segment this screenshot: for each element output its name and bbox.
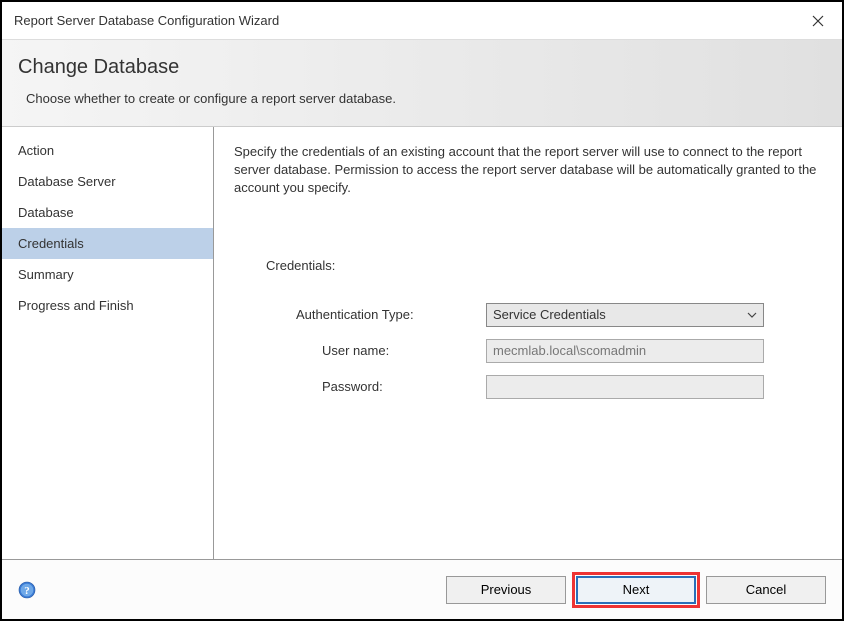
credentials-section: Credentials: Authentication Type: Servic… [234, 258, 818, 399]
header-banner: Change Database Choose whether to create… [2, 40, 842, 127]
username-row: User name: [266, 339, 818, 363]
auth-type-label: Authentication Type: [266, 307, 486, 322]
next-button[interactable]: Next [576, 576, 696, 604]
chevron-down-icon [747, 312, 757, 318]
close-button[interactable] [806, 9, 830, 33]
auth-type-value: Service Credentials [493, 307, 747, 322]
body: Action Database Server Database Credenti… [2, 127, 842, 559]
main-panel: Specify the credentials of an existing a… [214, 127, 842, 559]
page-subtitle: Choose whether to create or configure a … [26, 91, 826, 106]
password-row: Password: [266, 375, 818, 399]
sidebar-item-label: Action [18, 143, 54, 158]
sidebar-item-label: Database Server [18, 174, 116, 189]
username-input[interactable] [486, 339, 764, 363]
titlebar: Report Server Database Configuration Wiz… [2, 2, 842, 40]
main-description: Specify the credentials of an existing a… [234, 143, 818, 198]
cancel-button[interactable]: Cancel [706, 576, 826, 604]
password-label: Password: [266, 379, 486, 394]
auth-type-select[interactable]: Service Credentials [486, 303, 764, 327]
window-title: Report Server Database Configuration Wiz… [14, 13, 279, 28]
sidebar: Action Database Server Database Credenti… [2, 127, 214, 559]
sidebar-item-label: Credentials [18, 236, 84, 251]
svg-text:?: ? [24, 585, 30, 597]
previous-button[interactable]: Previous [446, 576, 566, 604]
sidebar-item-label: Progress and Finish [18, 298, 134, 313]
help-button[interactable]: ? [18, 581, 36, 599]
username-label: User name: [266, 343, 486, 358]
sidebar-item-credentials[interactable]: Credentials [2, 228, 213, 259]
wizard-window: Report Server Database Configuration Wiz… [0, 0, 844, 621]
sidebar-item-label: Database [18, 205, 74, 220]
sidebar-item-action[interactable]: Action [2, 135, 213, 166]
credentials-label: Credentials: [266, 258, 818, 273]
footer: ? Previous Next Cancel [2, 559, 842, 619]
password-input[interactable] [486, 375, 764, 399]
sidebar-item-database[interactable]: Database [2, 197, 213, 228]
sidebar-item-summary[interactable]: Summary [2, 259, 213, 290]
sidebar-item-progress-finish[interactable]: Progress and Finish [2, 290, 213, 321]
sidebar-item-database-server[interactable]: Database Server [2, 166, 213, 197]
close-icon [812, 15, 824, 27]
help-icon: ? [18, 581, 36, 599]
page-title: Change Database [18, 56, 826, 79]
auth-type-row: Authentication Type: Service Credentials [266, 303, 818, 327]
sidebar-item-label: Summary [18, 267, 74, 282]
